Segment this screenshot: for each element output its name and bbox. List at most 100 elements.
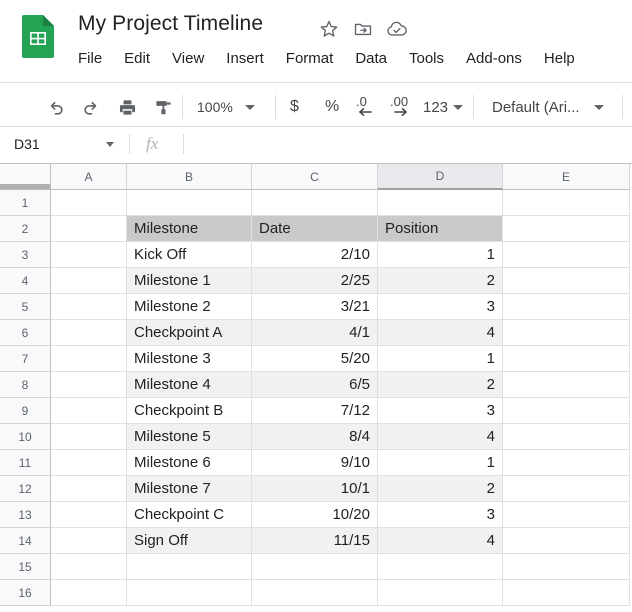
cell-a-6[interactable] (51, 320, 127, 346)
name-box[interactable]: D31 (0, 127, 126, 161)
cell-a-13[interactable] (51, 502, 127, 528)
cell-d-15[interactable] (378, 554, 503, 580)
percent-format-button[interactable]: % (325, 94, 339, 120)
cell-c-12[interactable]: 10/1 (252, 476, 378, 502)
cell-e-11[interactable] (503, 450, 630, 476)
cell-e-6[interactable] (503, 320, 630, 346)
cell-c-9[interactable]: 7/12 (252, 398, 378, 424)
row-header-6[interactable]: 6 (0, 320, 51, 346)
cell-c-2[interactable]: Date (252, 216, 378, 242)
cell-d-16[interactable] (378, 580, 503, 606)
cell-b-4[interactable]: Milestone 1 (127, 268, 252, 294)
cell-d-14[interactable]: 4 (378, 528, 503, 554)
row-header-2[interactable]: 2 (0, 216, 51, 242)
cell-c-6[interactable]: 4/1 (252, 320, 378, 346)
cell-b-12[interactable]: Milestone 7 (127, 476, 252, 502)
cell-b-14[interactable]: Sign Off (127, 528, 252, 554)
cell-d-5[interactable]: 3 (378, 294, 503, 320)
cell-c-3[interactable]: 2/10 (252, 242, 378, 268)
cell-c-7[interactable]: 5/20 (252, 346, 378, 372)
menu-item-file[interactable]: File (78, 48, 113, 69)
cell-a-12[interactable] (51, 476, 127, 502)
cell-e-10[interactable] (503, 424, 630, 450)
print-icon[interactable] (114, 94, 140, 120)
cell-e-13[interactable] (503, 502, 630, 528)
column-header-b[interactable]: B (127, 164, 252, 190)
cell-d-2[interactable]: Position (378, 216, 503, 242)
cell-e-8[interactable] (503, 372, 630, 398)
cell-e-14[interactable] (503, 528, 630, 554)
cell-d-9[interactable]: 3 (378, 398, 503, 424)
cell-a-5[interactable] (51, 294, 127, 320)
increase-decimal-button[interactable]: .00 (387, 94, 419, 120)
cell-e-15[interactable] (503, 554, 630, 580)
cell-a-7[interactable] (51, 346, 127, 372)
cell-e-9[interactable] (503, 398, 630, 424)
cell-c-16[interactable] (252, 580, 378, 606)
menu-item-help[interactable]: Help (544, 48, 575, 69)
cell-b-13[interactable]: Checkpoint C (127, 502, 252, 528)
cell-e-12[interactable] (503, 476, 630, 502)
cell-a-16[interactable] (51, 580, 127, 606)
cell-b-3[interactable]: Kick Off (127, 242, 252, 268)
cell-a-4[interactable] (51, 268, 127, 294)
column-header-d[interactable]: D (378, 164, 503, 190)
cell-b-11[interactable]: Milestone 6 (127, 450, 252, 476)
cell-c-4[interactable]: 2/25 (252, 268, 378, 294)
number-format-button[interactable]: 123 (423, 94, 463, 120)
cell-b-9[interactable]: Checkpoint B (127, 398, 252, 424)
undo-icon[interactable] (42, 94, 68, 120)
currency-format-button[interactable]: $ (290, 94, 299, 120)
zoom-control[interactable]: 100% (197, 94, 255, 120)
cell-d-8[interactable]: 2 (378, 372, 503, 398)
menu-item-data[interactable]: Data (355, 48, 398, 69)
row-header-4[interactable]: 4 (0, 268, 51, 294)
cell-b-10[interactable]: Milestone 5 (127, 424, 252, 450)
move-to-folder-icon[interactable] (352, 18, 374, 40)
column-header-e[interactable]: E (503, 164, 630, 190)
menu-item-tools[interactable]: Tools (409, 48, 455, 69)
cell-e-3[interactable] (503, 242, 630, 268)
redo-icon[interactable] (78, 94, 104, 120)
row-header-14[interactable]: 14 (0, 528, 51, 554)
row-header-16[interactable]: 16 (0, 580, 51, 606)
paint-format-icon[interactable] (150, 94, 176, 120)
row-header-1[interactable]: 1 (0, 190, 51, 216)
column-header-a[interactable]: A (51, 164, 127, 190)
column-header-c[interactable]: C (252, 164, 378, 190)
cell-b-2[interactable]: Milestone (127, 216, 252, 242)
cell-b-15[interactable] (127, 554, 252, 580)
cell-d-11[interactable]: 1 (378, 450, 503, 476)
cell-c-10[interactable]: 8/4 (252, 424, 378, 450)
row-header-12[interactable]: 12 (0, 476, 51, 502)
font-family-selector[interactable]: Default (Ari... (492, 94, 604, 120)
menu-item-add-ons[interactable]: Add-ons (466, 48, 533, 69)
cell-b-8[interactable]: Milestone 4 (127, 372, 252, 398)
decrease-decimal-button[interactable]: .0 (352, 94, 382, 120)
cell-c-11[interactable]: 9/10 (252, 450, 378, 476)
menu-item-insert[interactable]: Insert (226, 48, 275, 69)
menu-item-edit[interactable]: Edit (124, 48, 161, 69)
row-header-13[interactable]: 13 (0, 502, 51, 528)
cell-e-1[interactable] (503, 190, 630, 216)
cell-b-5[interactable]: Milestone 2 (127, 294, 252, 320)
row-header-15[interactable]: 15 (0, 554, 51, 580)
cell-b-1[interactable] (127, 190, 252, 216)
cell-c-8[interactable]: 6/5 (252, 372, 378, 398)
row-header-3[interactable]: 3 (0, 242, 51, 268)
cloud-saved-icon[interactable] (386, 18, 408, 40)
cell-d-1[interactable] (378, 190, 503, 216)
cell-a-14[interactable] (51, 528, 127, 554)
cell-a-11[interactable] (51, 450, 127, 476)
row-header-8[interactable]: 8 (0, 372, 51, 398)
cell-c-1[interactable] (252, 190, 378, 216)
row-header-11[interactable]: 11 (0, 450, 51, 476)
document-title[interactable]: My Project Timeline (78, 12, 263, 36)
menu-item-view[interactable]: View (172, 48, 215, 69)
cell-d-4[interactable]: 2 (378, 268, 503, 294)
cell-a-15[interactable] (51, 554, 127, 580)
cell-e-7[interactable] (503, 346, 630, 372)
cell-e-4[interactable] (503, 268, 630, 294)
star-icon[interactable] (318, 18, 340, 40)
cell-c-14[interactable]: 11/15 (252, 528, 378, 554)
